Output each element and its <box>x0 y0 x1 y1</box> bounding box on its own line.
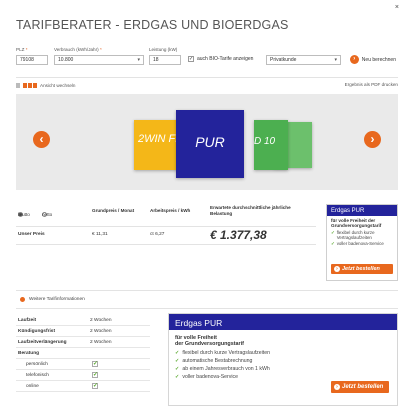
view-toggle-label[interactable]: Ansicht wechseln <box>40 83 76 88</box>
detail-row: telefonisch ✓ <box>16 370 150 381</box>
check-icon: ✓ <box>175 349 180 356</box>
jetzt-bestellen-button[interactable]: › Jetzt bestellen <box>331 264 393 274</box>
plz-label: PLZ * <box>16 47 28 52</box>
arbeitspreis-value: ct 6,27 <box>150 232 165 237</box>
summary-item: ✓ flexibel durch kurze Vertragslaufzeiten <box>331 229 375 241</box>
close-icon[interactable]: × <box>395 4 399 11</box>
check-icon: ✓ <box>92 372 99 378</box>
tariff-details: Laufzeit 2 Wochen Kündigungsfrist 2 Wochen… <box>16 315 150 392</box>
chevron-down-icon: ▾ <box>137 57 140 63</box>
chevron-right-icon: › <box>334 384 340 390</box>
summary-subtitle: für volle Freiheit der Grundversorgungst… <box>331 218 382 229</box>
leistung-label: Leistung (kW) <box>149 47 178 52</box>
divider <box>16 226 316 227</box>
jahres-value: € 1.377,38 <box>210 228 267 242</box>
bio-label: auch BIO-Tarife anzeigen <box>197 56 254 62</box>
list-view-icon[interactable] <box>16 82 20 88</box>
check-icon: ✓ <box>175 374 180 381</box>
detail-row: Kündigungsfrist 2 Wochen <box>16 326 150 337</box>
view-bar: Ansicht wechseln Ergebnis als PDF drucke… <box>16 79 398 91</box>
neu-berechnen-button[interactable]: › Neu berechnen <box>349 55 396 64</box>
chevron-left-icon[interactable]: ‹ <box>33 131 50 148</box>
panel-item: ✓ ab einem Jahresverbrauch von 1 kWh <box>175 366 270 373</box>
panel-item: ✓ automatische Bestabrechnung <box>175 358 253 365</box>
neu-berechnen-label: Neu berechnen <box>361 56 396 63</box>
page-title: TARIFBERATER - ERDGAS UND BIOERDGAS <box>16 18 289 32</box>
detail-row: Beratung <box>16 348 150 359</box>
detail-row: Laufzeit 2 Wochen <box>16 315 150 326</box>
weitere-tarifinfo-toggle[interactable]: Weitere Tarifinformationen <box>20 297 85 302</box>
plz-input[interactable]: 79108 <box>16 55 48 65</box>
check-icon: ✓ <box>92 383 99 389</box>
chevron-down-icon: ▾ <box>334 57 337 63</box>
detail-row: Laufzeitverlängerung 2 Wochen <box>16 337 150 348</box>
tariff-detail-panel: Erdgas PUR für volle Freiheit der Grundve… <box>168 313 398 406</box>
row-label: Unser Preis <box>18 232 45 237</box>
col-jahresbelastung: Erwartete durchschnittliche jährliche Be… <box>210 205 291 216</box>
pdf-print-link[interactable]: Ergebnis als PDF drucken <box>345 82 398 87</box>
summary-item: ✓ voller badenova-Service <box>331 241 384 247</box>
check-icon: ✓ <box>92 361 99 367</box>
divider <box>16 290 398 291</box>
kunde-select[interactable]: Privatkunde ▾ <box>266 55 341 65</box>
tariff-form: PLZ * 79108 Verbrauch (kWh/Jahr) * 10.80… <box>16 47 396 73</box>
verbrauch-select[interactable]: 10.800 ▾ <box>54 55 144 65</box>
bio-checkbox-row[interactable]: ✓ auch BIO-Tarife anzeigen <box>188 56 253 62</box>
check-icon: ✓ <box>175 366 180 373</box>
leistung-input[interactable]: 18 <box>149 55 181 65</box>
tariff-card-pur[interactable]: PUR <box>176 110 244 178</box>
jetzt-bestellen-button[interactable]: › Jetzt bestellen <box>331 381 389 393</box>
panel-title: Erdgas PUR <box>169 314 397 330</box>
verbrauch-label: Verbrauch (kWh/Jahr) * <box>54 47 102 52</box>
bullet-icon <box>20 297 25 302</box>
detail-row: online ✓ <box>16 381 150 392</box>
tariff-summary-box: Erdgas PUR für volle Freiheit der Grundv… <box>326 204 398 281</box>
bio-checkbox[interactable]: ✓ <box>188 56 194 62</box>
chevron-right-icon: › <box>334 266 340 272</box>
panel-subtitle: für volle Freiheit der Grundversorgungsta… <box>175 335 244 348</box>
price-table-header: brutto netto Grundpreis / Monat Arbeitsp… <box>16 204 316 226</box>
summary-title: Erdgas PUR <box>327 205 397 216</box>
check-icon: ✓ <box>331 241 335 247</box>
tariff-carousel: ‹ 2WIN FL 00 D 10 PUR › <box>16 94 398 190</box>
check-icon: ✓ <box>175 358 180 365</box>
panel-item: ✓ flexibel durch kurze Vertragslaufzeiten <box>175 349 271 356</box>
tariff-card-green[interactable]: D 10 <box>254 120 288 170</box>
tariff-card-2win[interactable]: 2WIN FL <box>134 120 182 170</box>
col-grundpreis: Grundpreis / Monat <box>92 208 135 213</box>
grundpreis-value: € 11,31 <box>92 232 108 237</box>
divider <box>16 77 398 78</box>
col-arbeitspreis: Arbeitspreis / kWh <box>150 208 191 213</box>
divider <box>16 308 398 309</box>
check-icon: ✓ <box>331 229 335 235</box>
divider <box>16 244 316 245</box>
refresh-icon: › <box>349 55 359 64</box>
chevron-right-icon[interactable]: › <box>364 131 381 148</box>
price-row: Unser Preis € 11,31 ct 6,27 € 1.377,38 <box>16 228 316 242</box>
detail-row: persönlich ✓ <box>16 359 150 370</box>
grid-view-icon[interactable] <box>23 82 37 88</box>
